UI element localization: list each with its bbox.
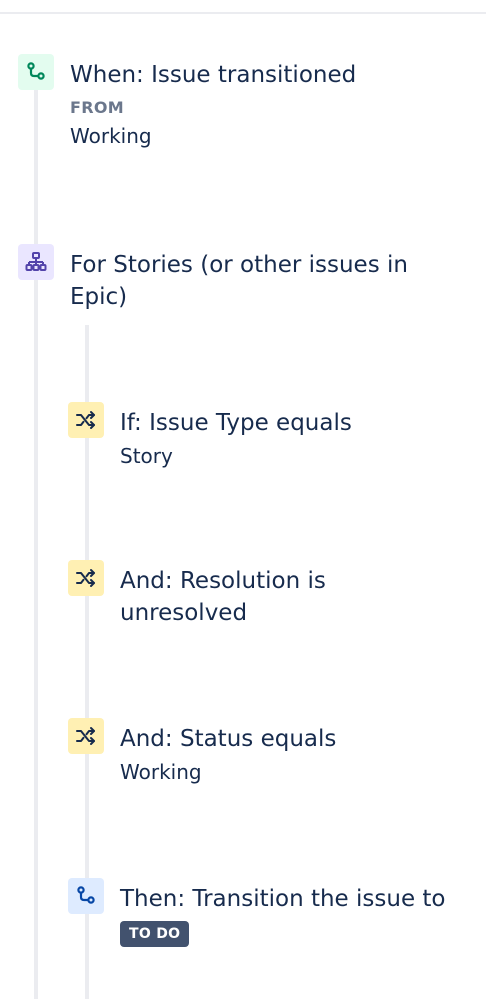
workflow-transition-icon	[18, 54, 54, 90]
condition-value: Working	[120, 760, 202, 784]
condition-title: And: Resolution is unresolved	[120, 568, 326, 626]
top-divider	[0, 12, 486, 14]
trigger-from-value: Working	[70, 124, 152, 148]
condition-title: If: Issue Type equals	[120, 410, 352, 436]
action-step[interactable]: Then: Transition the issue to TO DO	[68, 878, 446, 947]
rule-flow-rail	[34, 86, 38, 999]
condition-title: And: Status equals	[120, 726, 337, 752]
trigger-from-label: FROM	[70, 98, 124, 117]
condition-step-status[interactable]: And: Status equals Working	[68, 718, 336, 787]
action-title: Then: Transition the issue to	[120, 886, 446, 912]
hierarchy-icon	[18, 244, 54, 280]
condition-value: Story	[120, 444, 173, 468]
branch-title: For Stories (or other issues in Epic)	[70, 252, 408, 310]
shuffle-icon	[68, 718, 104, 754]
status-lozenge: TO DO	[120, 921, 190, 947]
condition-step-resolution[interactable]: And: Resolution is unresolved	[68, 560, 380, 629]
workflow-transition-icon	[68, 878, 104, 914]
condition-step-issue-type[interactable]: If: Issue Type equals Story	[68, 402, 352, 471]
trigger-step[interactable]: When: Issue transitioned FROM Working	[18, 54, 356, 151]
shuffle-icon	[68, 402, 104, 438]
branch-step[interactable]: For Stories (or other issues in Epic)	[18, 244, 430, 313]
shuffle-icon	[68, 560, 104, 596]
trigger-title: When: Issue transitioned	[70, 62, 357, 88]
